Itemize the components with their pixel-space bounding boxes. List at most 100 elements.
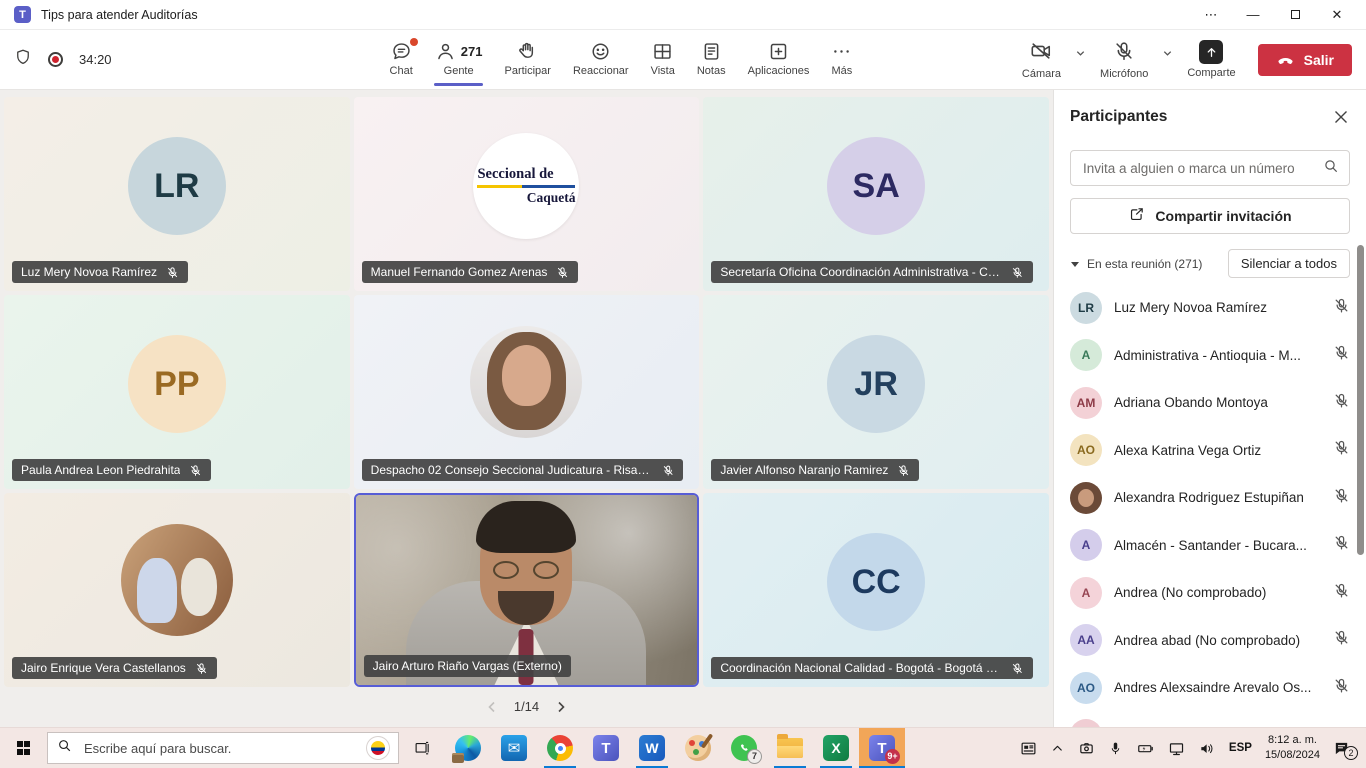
invite-search-input[interactable] [1081, 160, 1323, 177]
volume-icon[interactable] [1198, 740, 1216, 757]
video-tile[interactable]: Despacho 02 Consejo Seccional Judicatura… [354, 295, 700, 489]
network-icon[interactable] [1168, 740, 1185, 757]
photo-avatar [470, 326, 582, 438]
video-tile[interactable]: JR Javier Alfonso Naranjo Ramirez [703, 295, 1049, 489]
start-button[interactable] [0, 728, 47, 768]
video-tile[interactable]: Jairo Arturo Riaño Vargas (Externo) [354, 493, 700, 687]
close-icon[interactable]: ✕ [1316, 1, 1358, 29]
taskbar-teams-icon[interactable]: T [583, 728, 629, 768]
taskbar-apps: ✉ T W 7 X T 9+ [445, 728, 905, 768]
tab-aplicaciones[interactable]: Aplicaciones [738, 33, 820, 86]
gallery-pagination: 1/14 [0, 699, 1053, 714]
tab-vista[interactable]: Vista [641, 33, 685, 86]
page-prev-icon[interactable] [486, 701, 498, 713]
participant-avatar: AM [1070, 387, 1102, 419]
microphone-options-chevron-icon[interactable] [1156, 48, 1179, 59]
taskbar-whatsapp-icon[interactable]: 7 [721, 728, 767, 768]
taskbar-file-explorer-icon[interactable] [767, 728, 813, 768]
maximize-icon[interactable] [1274, 1, 1316, 29]
tile-name-label: Despacho 02 Consejo Seccional Judicatura… [362, 459, 683, 481]
participant-mic-muted-button[interactable] [1333, 629, 1350, 651]
battery-icon[interactable] [1136, 740, 1155, 757]
tab-reaccionar[interactable]: Reaccionar [563, 33, 639, 86]
task-view-button[interactable] [399, 728, 445, 768]
video-tile[interactable]: CC Coordinación Nacional Calidad - Bogot… [703, 493, 1049, 687]
leave-button[interactable]: Salir [1258, 44, 1352, 76]
tab-participar[interactable]: Participar [494, 33, 560, 86]
tab-label: Reaccionar [573, 65, 629, 77]
in-meeting-section[interactable]: En esta reunión (271) [1070, 257, 1202, 271]
tab-chat[interactable]: Chat [380, 33, 423, 86]
share-screen-icon [1199, 40, 1223, 64]
taskbar-paint-icon[interactable] [675, 728, 721, 768]
participant-mic-muted-button[interactable] [1333, 534, 1350, 556]
toolbar-tabs: Chat 271 Gente Participar Reaccionar Vis… [380, 33, 863, 86]
panel-close-icon[interactable] [1332, 108, 1350, 126]
widgets-icon[interactable] [1020, 740, 1037, 757]
participant-row[interactable]: AA Andrea abad (No comprobado) [1070, 617, 1350, 665]
participant-name: Alexa Katrina Vega Ortiz [1114, 443, 1321, 458]
language-indicator[interactable]: ESP [1229, 742, 1252, 754]
taskbar-excel-icon[interactable]: X [813, 728, 859, 768]
page-next-icon[interactable] [555, 701, 567, 713]
participant-row[interactable]: AO Andres Alexsaindre Arevalo Os... [1070, 664, 1350, 712]
video-grid: LR Luz Mery Novoa Ramírez Seccional deCa… [4, 97, 1049, 687]
participant-name: Secretaría Oficina Coordinación Administ… [720, 265, 1002, 279]
people-count: 271 [461, 44, 483, 59]
video-tile[interactable]: Seccional deCaquetá Manuel Fernando Gome… [354, 97, 700, 291]
meeting-toolbar: 34:20 Chat 271 Gente Participar Reaccion… [0, 30, 1366, 90]
participant-mic-muted-button[interactable] [1333, 439, 1350, 461]
share-button[interactable]: Comparte [1183, 34, 1239, 85]
mic-off-icon [1333, 677, 1350, 694]
tab-notas[interactable]: Notas [687, 33, 736, 86]
tab-label: Notas [697, 65, 726, 77]
participant-row[interactable]: Alexandra Rodriguez Estupiñan [1070, 474, 1350, 522]
taskbar-search-input[interactable] [82, 740, 357, 757]
camera-button[interactable]: Cámara [1018, 34, 1065, 86]
meeting-timer: 34:20 [79, 52, 112, 67]
participant-mic-muted-button[interactable] [1333, 487, 1350, 509]
panel-scrollbar[interactable] [1357, 245, 1364, 555]
video-tile[interactable]: PP Paula Andrea Leon Piedrahita [4, 295, 350, 489]
search-icon[interactable] [1323, 158, 1339, 179]
participant-mic-muted-button[interactable] [1333, 297, 1350, 319]
taskbar-mail-icon[interactable]: ✉ [491, 728, 537, 768]
tab-gente[interactable]: 271 Gente [425, 33, 493, 86]
participant-row[interactable]: A Andrea (No comprobado) [1070, 569, 1350, 617]
participant-row[interactable]: LR Luz Mery Novoa Ramírez [1070, 284, 1350, 332]
video-tile[interactable]: SA Secretaría Oficina Coordinación Admin… [703, 97, 1049, 291]
clock[interactable]: 8:12 a. m. 15/08/2024 [1265, 733, 1320, 763]
video-tile[interactable]: Jairo Enrique Vera Castellanos [4, 493, 350, 687]
participant-row[interactable] [1070, 712, 1350, 728]
caret-down-icon [1070, 259, 1080, 269]
share-invitation-button[interactable]: Compartir invitación [1070, 198, 1350, 234]
window-title: Tips para atender Auditorías [41, 8, 198, 22]
taskbar-teams-icon[interactable]: T 9+ [859, 728, 905, 768]
minimize-icon[interactable]: — [1232, 1, 1274, 29]
camera-tray-icon[interactable] [1078, 740, 1095, 757]
participant-mic-muted-button[interactable] [1333, 344, 1350, 366]
tile-name-label: Jairo Enrique Vera Castellanos [12, 657, 217, 679]
chevron-up-icon[interactable] [1050, 741, 1065, 756]
camera-options-chevron-icon[interactable] [1069, 48, 1092, 59]
participant-row[interactable]: AM Adriana Obando Montoya [1070, 379, 1350, 427]
time: 8:12 a. m. [1265, 733, 1320, 748]
mute-all-button[interactable]: Silenciar a todos [1228, 249, 1350, 278]
window-more-icon[interactable]: ⋯ [1190, 1, 1232, 29]
participant-mic-muted-button[interactable] [1333, 582, 1350, 604]
notification-center-button[interactable]: 2 [1333, 740, 1356, 757]
participant-row[interactable]: A Almacén - Santander - Bucara... [1070, 522, 1350, 570]
tab-label: Gente [444, 65, 474, 77]
microphone-tray-icon[interactable] [1108, 741, 1123, 756]
participant-row[interactable]: AO Alexa Katrina Vega Ortiz [1070, 427, 1350, 475]
participant-mic-muted-button[interactable] [1333, 392, 1350, 414]
microphone-button[interactable]: Micrófono [1096, 34, 1152, 86]
participant-mic-muted-button[interactable] [1333, 677, 1350, 699]
participant-row[interactable]: A Administrativa - Antioquia - M... [1070, 332, 1350, 380]
taskbar-word-icon[interactable]: W [629, 728, 675, 768]
video-tile[interactable]: LR Luz Mery Novoa Ramírez [4, 97, 350, 291]
taskbar-chrome-icon[interactable] [537, 728, 583, 768]
notification-badge: 2 [1344, 746, 1358, 760]
taskbar-edge-icon[interactable] [445, 728, 491, 768]
tab-mas[interactable]: Más [821, 33, 862, 86]
